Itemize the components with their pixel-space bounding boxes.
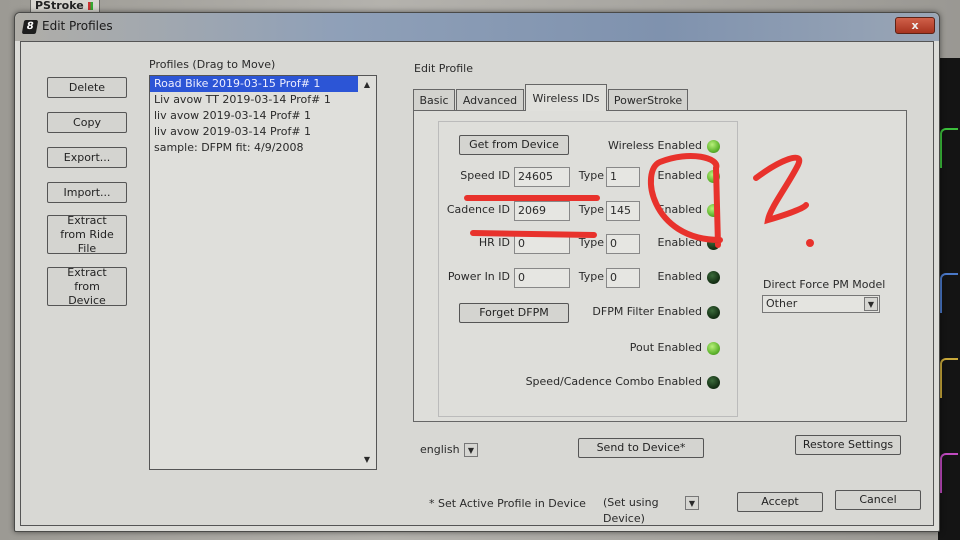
close-button[interactable]: x [895, 17, 935, 34]
profile-item[interactable]: Road Bike 2019-03-15 Prof# 1 [150, 76, 358, 92]
direct-force-pm-model-value: Other [766, 297, 798, 310]
dialog-client-area: Delete Copy Export... Import... Extract … [20, 41, 934, 526]
chevron-down-icon[interactable]: ▼ [464, 443, 478, 457]
scroll-up-arrow-icon[interactable]: ▲ [361, 79, 373, 91]
speed-enabled-label: Enabled [657, 169, 702, 182]
direct-force-pm-model-select[interactable]: Other ▼ [762, 295, 880, 313]
chart-trace-magenta [940, 453, 958, 493]
title-bar[interactable]: 8 Edit Profiles x [15, 13, 939, 41]
copy-button[interactable]: Copy [47, 112, 127, 133]
hr-enabled-label: Enabled [657, 236, 702, 249]
profiles-label: Profiles (Drag to Move) [149, 58, 276, 71]
restore-settings-button[interactable]: Restore Settings [795, 435, 901, 455]
extract-from-ride-file-button[interactable]: Extract from Ride File [47, 214, 127, 255]
wireless-enabled-label: Wireless Enabled [608, 139, 702, 152]
export-button[interactable]: Export... [47, 147, 127, 168]
tab-powerstroke[interactable]: PowerStroke [608, 89, 688, 111]
profile-item[interactable]: sample: DFPM fit: 4/9/2008 [150, 140, 358, 156]
cadence-id-label: Cadence ID [446, 203, 510, 216]
profile-item[interactable]: liv avow 2019-03-14 Prof# 1 [150, 108, 358, 124]
profiles-list[interactable]: Road Bike 2019-03-15 Prof# 1 Liv avow TT… [149, 75, 377, 470]
chart-trace-green [940, 128, 958, 168]
background-tab-label: PStroke [35, 0, 84, 12]
dfpm-filter-enabled-label: DFPM Filter Enabled [592, 305, 702, 318]
tab-basic[interactable]: Basic [413, 89, 455, 111]
background-chart-strip [938, 58, 960, 540]
profile-item[interactable]: liv avow 2019-03-14 Prof# 1 [150, 124, 358, 140]
chevron-down-icon[interactable]: ▼ [685, 496, 699, 510]
pout-enabled-label: Pout Enabled [629, 341, 702, 354]
active-profile-select[interactable]: (Set using Device) ▼ [599, 494, 701, 525]
send-to-device-button[interactable]: Send to Device* [578, 438, 704, 458]
chart-trace-yellow [940, 358, 958, 398]
profile-item[interactable]: Liv avow TT 2019-03-14 Prof# 1 [150, 92, 358, 108]
import-button[interactable]: Import... [47, 182, 127, 203]
wireless-ids-group [438, 121, 738, 417]
pout-enabled-led-icon [707, 342, 720, 355]
language-value: english [420, 443, 460, 456]
wireless-ids-panel: Get from Device Wireless Enabled Speed I… [413, 110, 907, 422]
power-in-id-label: Power In ID [447, 270, 510, 283]
cadence-enabled-led-icon [707, 204, 720, 217]
edit-profile-label: Edit Profile [414, 62, 474, 75]
chart-trace-blue [940, 273, 958, 313]
cancel-button[interactable]: Cancel [835, 490, 921, 510]
dialog-title: Edit Profiles [42, 19, 113, 33]
app-logo-icon: 8 [21, 20, 39, 34]
active-profile-value: (Set using Device) [603, 496, 659, 525]
delete-button[interactable]: Delete [47, 77, 127, 98]
hr-id-label: HR ID [478, 236, 510, 249]
direct-force-pm-model-label: Direct Force PM Model [763, 278, 886, 291]
set-active-profile-label: * Set Active Profile in Device [429, 497, 586, 510]
tab-advanced[interactable]: Advanced [456, 89, 524, 111]
wireless-enabled-led-icon [707, 140, 720, 153]
speed-id-label: Speed ID [460, 169, 510, 182]
tab-wireless-ids[interactable]: Wireless IDs [525, 84, 607, 111]
speed-cadence-combo-led-icon [707, 376, 720, 389]
cadence-enabled-label: Enabled [657, 203, 702, 216]
speed-cadence-combo-enabled-label: Speed/Cadence Combo Enabled [525, 375, 702, 388]
speed-enabled-led-icon [707, 170, 720, 183]
scroll-down-arrow-icon[interactable]: ▼ [361, 454, 373, 466]
extract-from-device-button[interactable]: Extract from Device [47, 266, 127, 307]
flag-icon [87, 2, 93, 10]
hr-enabled-led-icon [707, 237, 720, 250]
chevron-down-icon[interactable]: ▼ [864, 297, 878, 311]
dfpm-filter-enabled-led-icon [707, 306, 720, 319]
power-in-enabled-label: Enabled [657, 270, 702, 283]
language-select[interactable]: english ▼ [416, 441, 480, 459]
power-in-enabled-led-icon [707, 271, 720, 284]
edit-profiles-dialog: 8 Edit Profiles x Delete Copy Export... … [14, 12, 940, 532]
accept-button[interactable]: Accept [737, 492, 823, 512]
